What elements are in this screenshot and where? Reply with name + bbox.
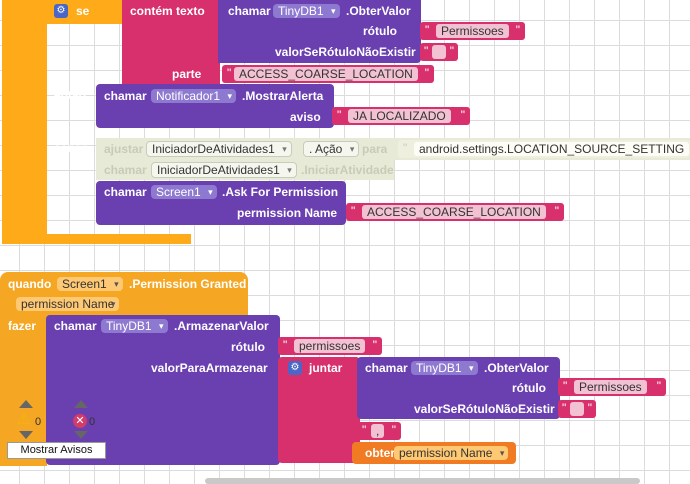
- tag-label: rótulo: [231, 340, 265, 354]
- method-label: .ObterValor: [346, 4, 411, 18]
- part-label: parte: [172, 67, 202, 81]
- component-dropdown[interactable]: IniciadorDeAtividades1: [151, 162, 297, 178]
- part-string[interactable]: " ACCESS_COARSE_LOCATION ": [222, 65, 434, 83]
- variable-dropdown[interactable]: permission Name: [394, 446, 509, 460]
- method-label: .ArmazenarValor: [174, 319, 269, 333]
- call-label: chamar: [365, 361, 408, 375]
- store-label: valorParaArmazenar: [151, 361, 268, 375]
- contains-text-label: contém texto: [130, 4, 205, 18]
- error-up-arrow[interactable]: [74, 400, 88, 408]
- default-label: valorSeRótuloNãoExistir: [275, 45, 416, 59]
- component-dropdown[interactable]: IniciadorDeAtividades1: [146, 141, 292, 157]
- tag-label: rótulo: [512, 381, 546, 395]
- tag-string[interactable]: " Permissoes ": [420, 22, 525, 40]
- horizontal-scrollbar[interactable]: [205, 478, 640, 484]
- component-dropdown[interactable]: TinyDB1: [411, 361, 478, 375]
- set-label: ajustar: [104, 142, 144, 156]
- notice-string[interactable]: " JA LOCALIZADO ": [332, 107, 470, 125]
- call-label: chamar: [228, 4, 271, 18]
- property-dropdown[interactable]: . Ação: [303, 141, 360, 157]
- to-label: para: [362, 142, 388, 156]
- method-label: .Ask For Permission: [222, 185, 339, 199]
- then-label: então: [54, 88, 87, 102]
- call-label: chamar: [54, 319, 97, 333]
- component-dropdown[interactable]: Screen1: [57, 277, 123, 291]
- error-icon: ✕: [73, 414, 87, 428]
- gear-icon[interactable]: ⚙: [288, 361, 302, 375]
- default-string[interactable]: " ": [420, 43, 458, 61]
- warning-count: 0: [35, 416, 42, 428]
- param-label: permission Name: [237, 206, 338, 220]
- default-string[interactable]: " ": [558, 400, 596, 418]
- tag-label: rótulo: [363, 24, 397, 38]
- event-param[interactable]: permission Name: [16, 297, 120, 311]
- do-label: fazer: [8, 319, 37, 333]
- component-dropdown[interactable]: TinyDB1: [101, 319, 168, 333]
- notice-label: aviso: [290, 110, 321, 124]
- action-string[interactable]: " android.settings.LOCATION_SOURCE_SETTI…: [398, 140, 690, 158]
- event-label: .Permission Granted: [129, 277, 247, 291]
- method-label: .MostrarAlerta: [242, 89, 324, 103]
- component-dropdown[interactable]: TinyDB1: [273, 4, 340, 18]
- gear-icon[interactable]: ⚙: [54, 4, 68, 18]
- if-block-bottom: [2, 234, 191, 244]
- default-label: valorSeRótuloNãoExistir: [414, 402, 555, 416]
- method-label: .IniciarAtividade: [301, 163, 394, 177]
- if-label: se: [76, 4, 90, 18]
- error-down-arrow[interactable]: [74, 431, 88, 439]
- call-label: chamar: [104, 185, 147, 199]
- error-count: 0: [89, 416, 96, 428]
- show-warnings-button[interactable]: Mostrar Avisos: [7, 442, 106, 459]
- comma-string[interactable]: " , ": [357, 422, 401, 440]
- warning-up-arrow[interactable]: [19, 400, 33, 408]
- component-dropdown[interactable]: Screen1: [151, 185, 217, 199]
- warning-down-arrow[interactable]: [19, 431, 33, 439]
- tag-string[interactable]: " Permissoes ": [558, 378, 666, 396]
- get-label: obter: [365, 446, 395, 460]
- else-label: senão: [54, 141, 89, 155]
- when-label: quando: [8, 277, 52, 291]
- if-block[interactable]: [2, 0, 47, 244]
- call-label: chamar: [104, 89, 147, 103]
- call-label: chamar: [104, 163, 147, 177]
- permission-string[interactable]: " ACCESS_COARSE_LOCATION ": [346, 203, 564, 221]
- tag-string[interactable]: " permissoes ": [278, 337, 382, 355]
- join-label: juntar: [309, 361, 343, 375]
- component-dropdown[interactable]: Notificador1: [151, 89, 237, 103]
- warning-icon: ⚠: [17, 411, 31, 428]
- method-label: .ObterValor: [484, 361, 549, 375]
